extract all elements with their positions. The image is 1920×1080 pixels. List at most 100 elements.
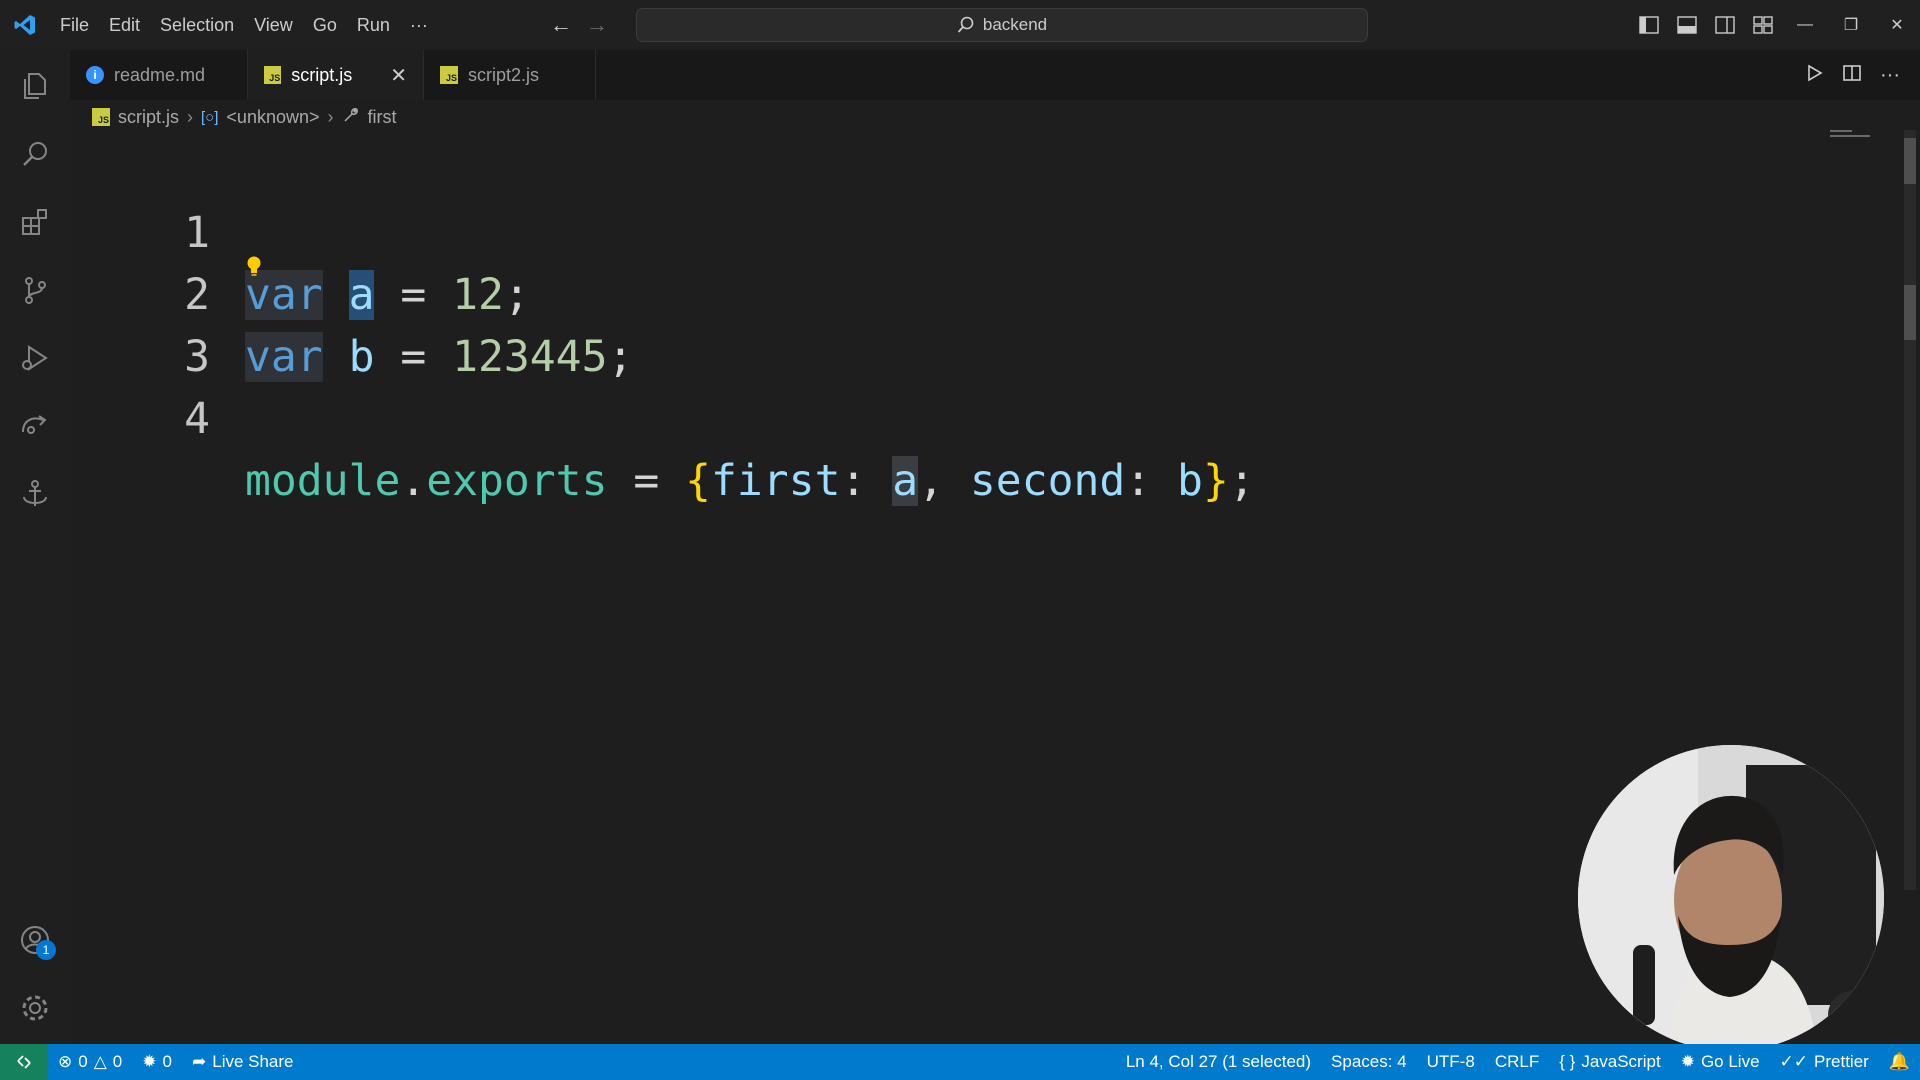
- split-editor-icon[interactable]: [1842, 63, 1862, 88]
- identifier-exports: exports: [426, 456, 608, 506]
- customize-layout-icon[interactable]: [1744, 0, 1782, 50]
- breadcrumb-symbol[interactable]: first: [368, 107, 397, 128]
- forward-arrow-icon[interactable]: →: [586, 12, 608, 38]
- webcam-overlay: [1578, 745, 1884, 1051]
- line-number: 4: [184, 394, 210, 444]
- comma: ,: [918, 456, 945, 506]
- breadcrumb: JS script.js › [○] <unknown> › first: [92, 104, 397, 130]
- accounts-icon[interactable]: 1: [13, 918, 57, 962]
- anchor-icon[interactable]: [13, 472, 57, 516]
- breadcrumb-scope[interactable]: <unknown>: [226, 107, 319, 128]
- toggle-panel-icon[interactable]: [1668, 0, 1706, 50]
- tab-readme[interactable]: i readme.md: [70, 50, 248, 100]
- source-control-icon[interactable]: [13, 268, 57, 312]
- menu-edit[interactable]: Edit: [99, 0, 150, 50]
- property-second: second: [969, 456, 1126, 506]
- toggle-secondary-sidebar-icon[interactable]: [1706, 0, 1744, 50]
- minimap[interactable]: [1830, 130, 1880, 150]
- search-icon: [957, 16, 974, 33]
- explorer-icon[interactable]: [13, 64, 57, 108]
- braces-icon: { }: [1559, 1052, 1576, 1071]
- identifier-module: module: [245, 456, 401, 506]
- end-of-line[interactable]: CRLF: [1485, 1044, 1549, 1080]
- menu-view[interactable]: View: [244, 0, 303, 50]
- chevron-right-icon: ›: [187, 106, 194, 127]
- title-bar: File Edit Selection View Go Run ··· ← → …: [0, 0, 1920, 50]
- chevron-right-icon: ›: [327, 106, 334, 127]
- ports-status[interactable]: ✹ 0: [132, 1044, 182, 1080]
- line-code: module.exports = {first: a, second: b};: [245, 450, 1255, 512]
- close-tab-icon[interactable]: ✕: [390, 63, 407, 88]
- menu-file[interactable]: File: [50, 0, 99, 50]
- menu-more[interactable]: ···: [400, 0, 438, 50]
- scrollbar-thumb[interactable]: [1904, 285, 1916, 340]
- notifications-bell-icon[interactable]: 🔔: [1879, 1044, 1920, 1080]
- indentation[interactable]: Spaces: 4: [1321, 1044, 1417, 1080]
- operator-equals: =: [633, 456, 660, 506]
- code-line-3: 3: [70, 264, 1850, 382]
- broadcast-icon: ✹: [1680, 1052, 1695, 1071]
- back-arrow-icon[interactable]: ←: [550, 12, 572, 38]
- js-file-icon: JS: [440, 66, 458, 84]
- colon: :: [1125, 456, 1152, 506]
- editor-actions: ···: [1804, 50, 1900, 100]
- vertical-scrollbar[interactable]: [1904, 130, 1916, 890]
- command-center-search[interactable]: backend: [636, 8, 1368, 42]
- search-icon[interactable]: [13, 132, 57, 176]
- minimize-icon[interactable]: —: [1782, 0, 1828, 50]
- close-window-icon[interactable]: ✕: [1874, 0, 1920, 50]
- breadcrumb-file[interactable]: script.js: [118, 107, 179, 128]
- menu-go[interactable]: Go: [303, 0, 347, 50]
- prettier-status[interactable]: ✓✓ Prettier: [1770, 1044, 1879, 1080]
- tab-label: script2.js: [468, 64, 540, 85]
- settings-gear-icon[interactable]: [13, 986, 57, 1030]
- live-share-button[interactable]: ➦ Live Share: [182, 1044, 304, 1080]
- error-icon: ⊗: [58, 1052, 73, 1071]
- encoding[interactable]: UTF-8: [1417, 1044, 1485, 1080]
- more-actions-icon[interactable]: ···: [1880, 64, 1900, 87]
- check-all-icon: ✓✓: [1779, 1052, 1809, 1071]
- indentation-label: Spaces: 4: [1331, 1052, 1407, 1071]
- extensions-icon[interactable]: [13, 200, 57, 244]
- cursor-position-label: Ln 4, Col 27 (1 selected): [1125, 1052, 1312, 1071]
- encoding-label: UTF-8: [1426, 1052, 1475, 1071]
- problems-status[interactable]: ⊗ 0 △ 0: [48, 1044, 132, 1080]
- language-mode[interactable]: { } JavaScript: [1549, 1044, 1670, 1080]
- status-bar-right: Ln 4, Col 27 (1 selected) Spaces: 4 UTF-…: [1116, 1044, 1920, 1080]
- tab-label: readme.md: [114, 64, 206, 85]
- ports-count: 0: [162, 1052, 172, 1071]
- open-brace: {: [685, 456, 712, 506]
- toggle-primary-sidebar-icon[interactable]: [1630, 0, 1668, 50]
- live-share-label: Live Share: [212, 1052, 294, 1071]
- code-line-4: 4 module.exports = {first: a, second: b}…: [70, 326, 1850, 506]
- lightbulb-icon[interactable]: [246, 255, 262, 282]
- eol-label: CRLF: [1494, 1052, 1540, 1071]
- tab-script2-js[interactable]: JS script2.js: [424, 50, 596, 100]
- run-debug-icon[interactable]: [13, 336, 57, 380]
- cursor-position[interactable]: Ln 4, Col 27 (1 selected): [1116, 1044, 1321, 1080]
- property-first: first: [711, 456, 841, 506]
- live-share-icon: ➦: [191, 1052, 207, 1071]
- workspace-name: backend: [982, 15, 1048, 34]
- menu-selection[interactable]: Selection: [150, 0, 244, 50]
- menu-run[interactable]: Run: [347, 0, 400, 50]
- title-right-controls: — ❐ ✕: [1630, 0, 1920, 50]
- close-brace: }: [1202, 456, 1229, 506]
- minimap-line: [1830, 135, 1870, 137]
- minimap-line: [1830, 130, 1852, 132]
- status-bar: ⊗ 0 △ 0 ✹ 0 ➦ Live Share Ln 4, Col 27 (1…: [0, 1044, 1920, 1080]
- activity-bar: 1: [0, 50, 70, 1044]
- warning-icon: △: [93, 1052, 107, 1071]
- restore-icon[interactable]: ❐: [1828, 0, 1874, 50]
- run-file-icon[interactable]: [1804, 63, 1824, 88]
- remote-explorer-icon[interactable]: [13, 404, 57, 448]
- navigation-arrows: ← →: [550, 0, 608, 50]
- tab-script-js[interactable]: JS script.js ✕: [248, 50, 424, 100]
- js-file-icon: JS: [92, 108, 110, 126]
- editor-tabs: i readme.md JS script.js ✕ JS script2.js: [70, 50, 1920, 100]
- remote-indicator-icon[interactable]: [0, 1044, 48, 1080]
- semicolon: ;: [1228, 456, 1255, 506]
- scrollbar-thumb[interactable]: [1904, 138, 1916, 184]
- code-line-1: 1 var a = 12;: [70, 140, 1850, 320]
- go-live-button[interactable]: ✹ Go Live: [1671, 1044, 1770, 1080]
